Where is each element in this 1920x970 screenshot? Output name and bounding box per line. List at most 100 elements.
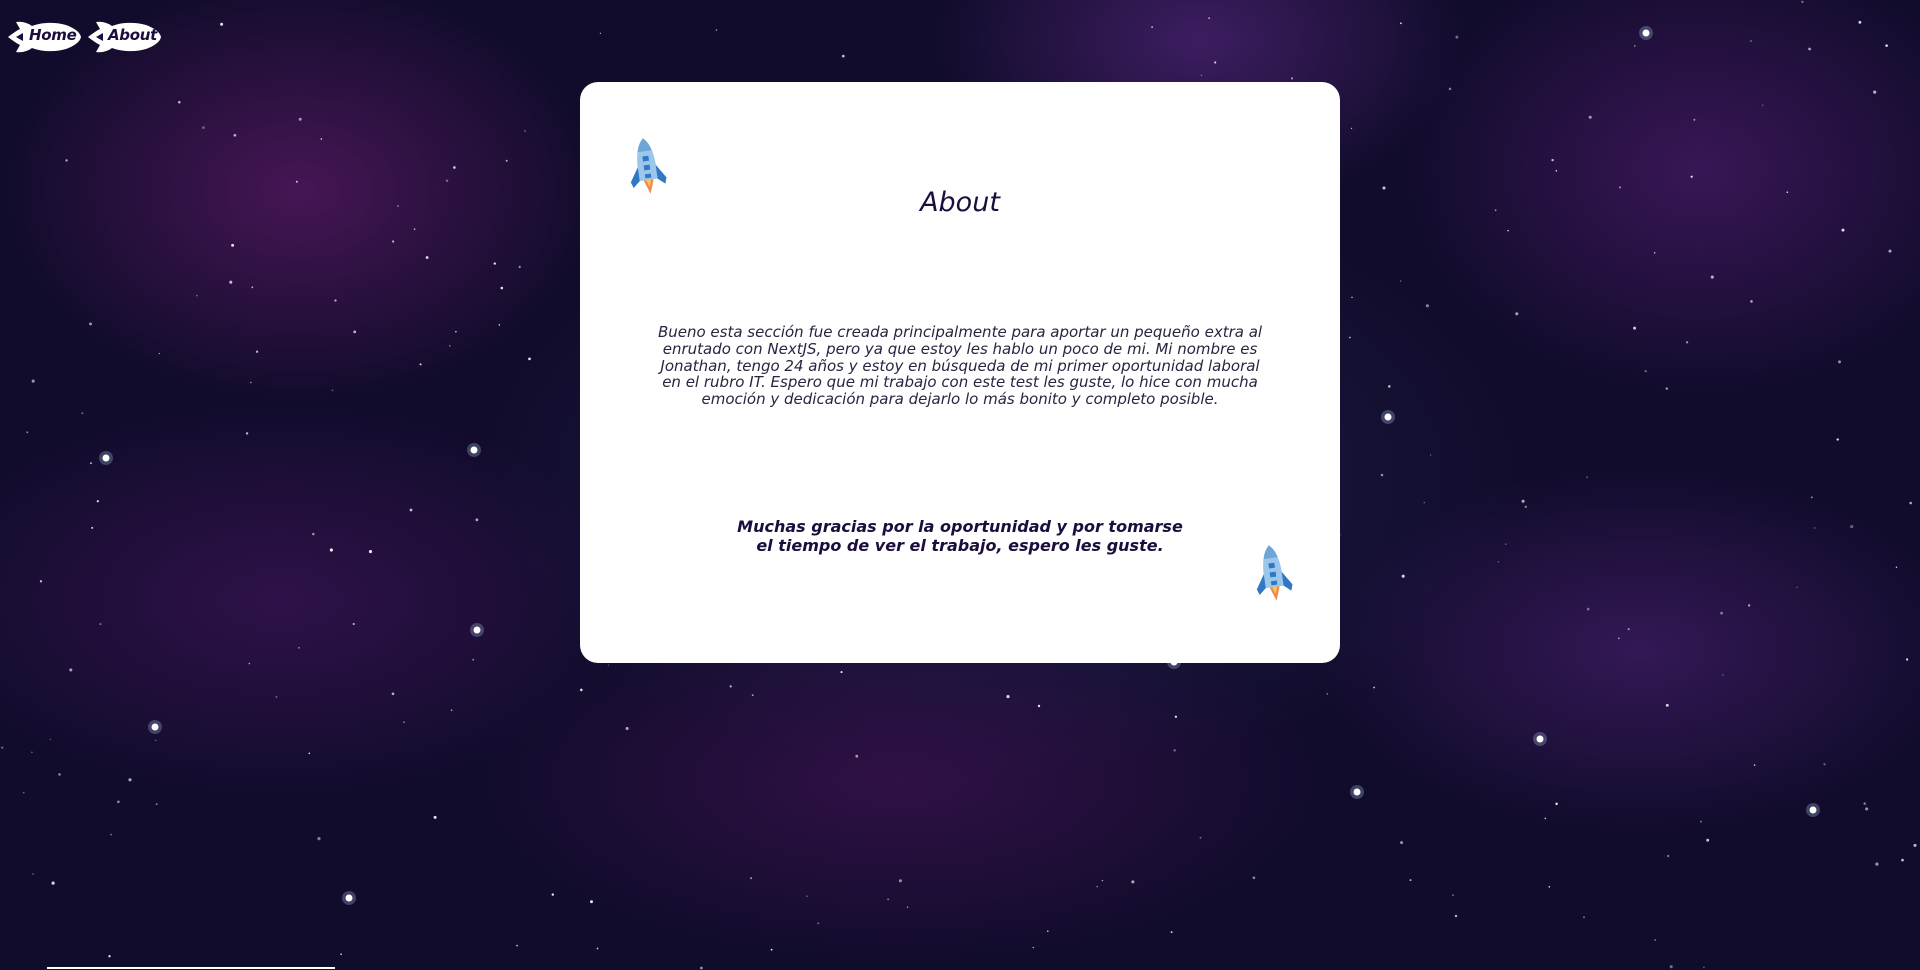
star [599,32,602,34]
star [1693,118,1696,121]
star [1665,703,1669,707]
star [312,532,315,536]
home-button[interactable]: Home [6,12,82,62]
star [475,518,479,522]
star [817,922,820,925]
star [1885,44,1888,47]
star [26,431,29,434]
star [90,462,92,465]
star [1796,586,1798,589]
star [31,379,35,383]
star [154,739,157,742]
star [1452,894,1454,897]
bright-star [1353,788,1361,796]
star [500,286,504,290]
star [1588,115,1592,119]
star [128,778,132,782]
star [99,623,102,626]
star [1901,858,1904,862]
star [1633,326,1637,330]
star [1762,104,1764,106]
star [1814,527,1816,529]
star [1750,300,1753,303]
star [1350,127,1353,130]
star [320,138,323,140]
star [449,345,451,347]
star [1173,749,1176,752]
star [1906,658,1909,661]
star [1507,229,1509,232]
star [1634,45,1636,47]
star [1888,249,1892,253]
star [110,833,113,836]
star [898,879,902,883]
star [298,647,300,649]
star [1170,931,1173,934]
star [58,773,61,776]
star [1200,74,1203,77]
star [498,324,501,326]
star [91,526,94,529]
star [1586,607,1590,611]
about-button-label: About [108,26,158,44]
star [770,948,773,951]
star [1388,385,1391,388]
bottom-divider [47,967,335,969]
star [397,205,399,207]
star [1555,802,1558,806]
star [855,754,859,758]
star [1863,802,1866,805]
star [308,752,311,755]
star [1875,862,1879,866]
star [425,256,429,259]
star [229,280,233,284]
star [1865,807,1869,811]
about-button[interactable]: About [86,12,162,62]
star [298,117,302,121]
star [155,803,158,805]
star [1455,35,1459,39]
star [1810,496,1813,499]
star [840,671,843,674]
star [1654,939,1657,941]
star [233,133,237,137]
star [255,350,259,353]
star [887,898,890,901]
star [472,658,475,661]
star [699,966,703,970]
star [1373,686,1375,689]
star [1786,191,1789,194]
star [1505,543,1507,545]
rocket-icon [1256,545,1293,601]
star [1521,499,1525,503]
star [1823,763,1826,766]
star [596,947,599,950]
star [1037,704,1041,708]
star [1700,820,1702,823]
star [1382,186,1386,190]
star [453,166,456,169]
star [196,295,198,297]
star [1454,914,1458,918]
star [1873,90,1877,94]
star [1096,885,1099,888]
star [1400,22,1402,25]
star [607,664,610,666]
star [89,322,92,326]
star [352,622,355,626]
star [23,792,25,794]
star [750,877,753,880]
star [1667,855,1670,857]
star [1913,843,1917,847]
star [245,432,249,435]
star [1551,158,1554,162]
star [1006,695,1010,699]
star [1808,47,1811,51]
about-description: Bueno esta sección fue creada principalm… [657,323,1263,409]
star [455,330,457,333]
star [81,412,84,415]
star [1836,438,1839,441]
star [1586,476,1588,479]
star [419,363,422,366]
star [1423,501,1425,504]
